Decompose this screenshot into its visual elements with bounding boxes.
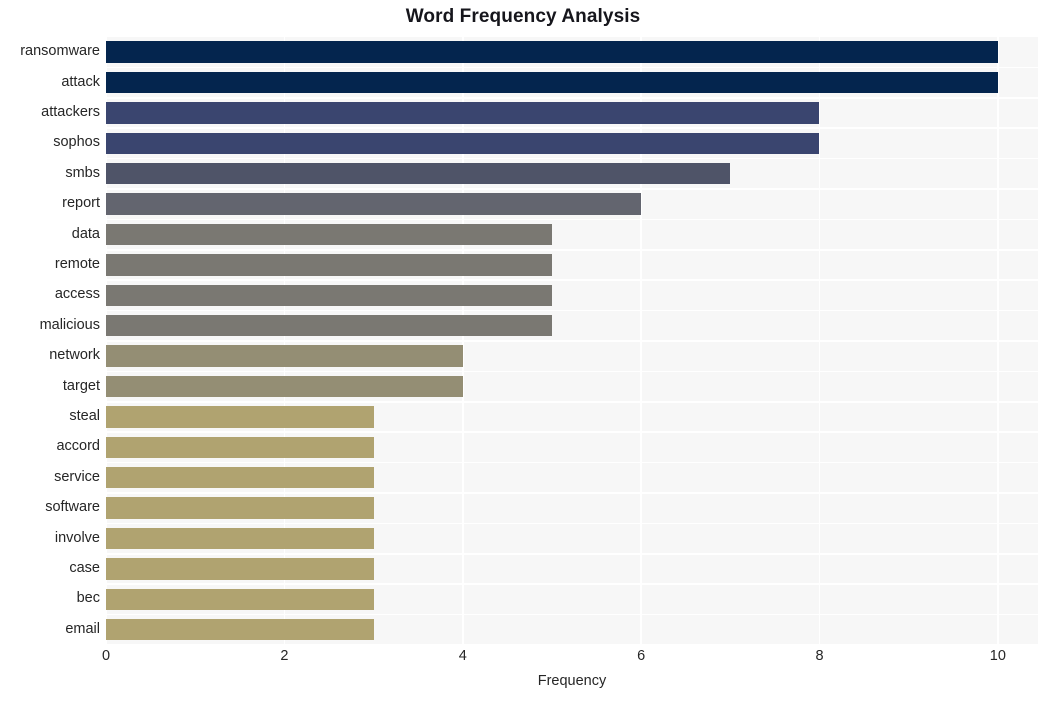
y-tick-label-malicious: malicious (39, 316, 100, 333)
y-tick-label-attack: attack (61, 73, 100, 90)
bar-attackers (106, 102, 820, 124)
bar-data (106, 223, 552, 246)
x-axis-tick-labels: 0 2 4 6 8 10 (102, 648, 1038, 670)
bar-email (106, 619, 374, 641)
y-tick-label-network: network (49, 347, 100, 364)
y-tick-label-smbs: smbs (65, 164, 100, 181)
bar-row (106, 159, 1038, 190)
y-tick-label-ransomware: ransomware (20, 43, 100, 60)
bar-access (106, 284, 552, 307)
y-tick-label-report: report (62, 195, 100, 212)
y-tick-label-attackers: attackers (41, 104, 100, 120)
y-tick-label-service: service (54, 468, 100, 485)
bar-row (106, 128, 1038, 160)
bar-row (106, 402, 1038, 433)
word-frequency-bar-chart: Word Frequency Analysis ransomware attack… (0, 0, 1046, 701)
bar-row (106, 371, 1038, 403)
y-tick-label-case: case (69, 560, 100, 576)
bar-row (106, 463, 1038, 494)
bar-involve (106, 527, 374, 550)
bar-ransomware (106, 41, 998, 63)
bar-steal (106, 406, 374, 428)
x-tick-label-6: 6 (637, 648, 646, 664)
bar-row (106, 37, 1038, 69)
row-separator (106, 644, 1038, 646)
y-tick-label-software: software (45, 499, 100, 516)
y-tick-label-target: target (62, 377, 100, 394)
bars-container (106, 37, 1038, 646)
x-tick-label-2: 2 (280, 648, 289, 664)
y-tick-label-steal: steal (69, 408, 100, 424)
x-axis-title: Frequency (537, 673, 607, 689)
x-tick-label-4: 4 (458, 648, 467, 664)
bar-network (106, 345, 463, 367)
x-tick-label-0: 0 (101, 648, 111, 664)
bar-malicious (106, 315, 552, 337)
bar-bec (106, 588, 374, 611)
bar-report (106, 193, 642, 215)
bar-service (106, 467, 374, 489)
y-tick-label-accord: accord (56, 438, 100, 455)
bar-row (106, 280, 1038, 312)
y-tick-label-data: data (71, 225, 100, 242)
bar-remote (106, 254, 552, 276)
y-tick-label-remote: remote (54, 256, 100, 272)
bar-software (106, 497, 374, 519)
bar-row (106, 493, 1038, 525)
bar-smbs (106, 163, 731, 185)
bar-row (106, 98, 1038, 129)
y-tick-label-involve: involve (54, 529, 100, 546)
bar-row (106, 67, 1038, 99)
bar-row (106, 523, 1038, 555)
bar-attack (106, 71, 998, 94)
bar-row (106, 219, 1038, 251)
bar-row (106, 311, 1038, 342)
bar-row (106, 554, 1038, 585)
y-axis-tick-labels: ransomware attack attackers sophos smbs repor… (0, 37, 100, 645)
bar-row (106, 189, 1038, 221)
bar-row (106, 250, 1038, 281)
x-tick-label-8: 8 (815, 648, 824, 664)
y-tick-label-email: email (65, 620, 100, 637)
bar-accord (106, 436, 374, 459)
bar-sophos (106, 132, 820, 155)
bar-row (106, 341, 1038, 373)
plot-area (105, 37, 1038, 646)
x-tick-label-10: 10 (989, 648, 1006, 664)
y-tick-label-sophos: sophos (53, 134, 100, 151)
bar-row (106, 432, 1038, 464)
bar-target (106, 375, 463, 398)
bar-row (106, 615, 1038, 646)
y-tick-label-bec: bec (76, 590, 100, 607)
chart-title: Word Frequency Analysis (405, 6, 641, 27)
bar-case (106, 558, 374, 580)
bar-row (106, 584, 1038, 616)
y-tick-label-access: access (54, 286, 100, 303)
